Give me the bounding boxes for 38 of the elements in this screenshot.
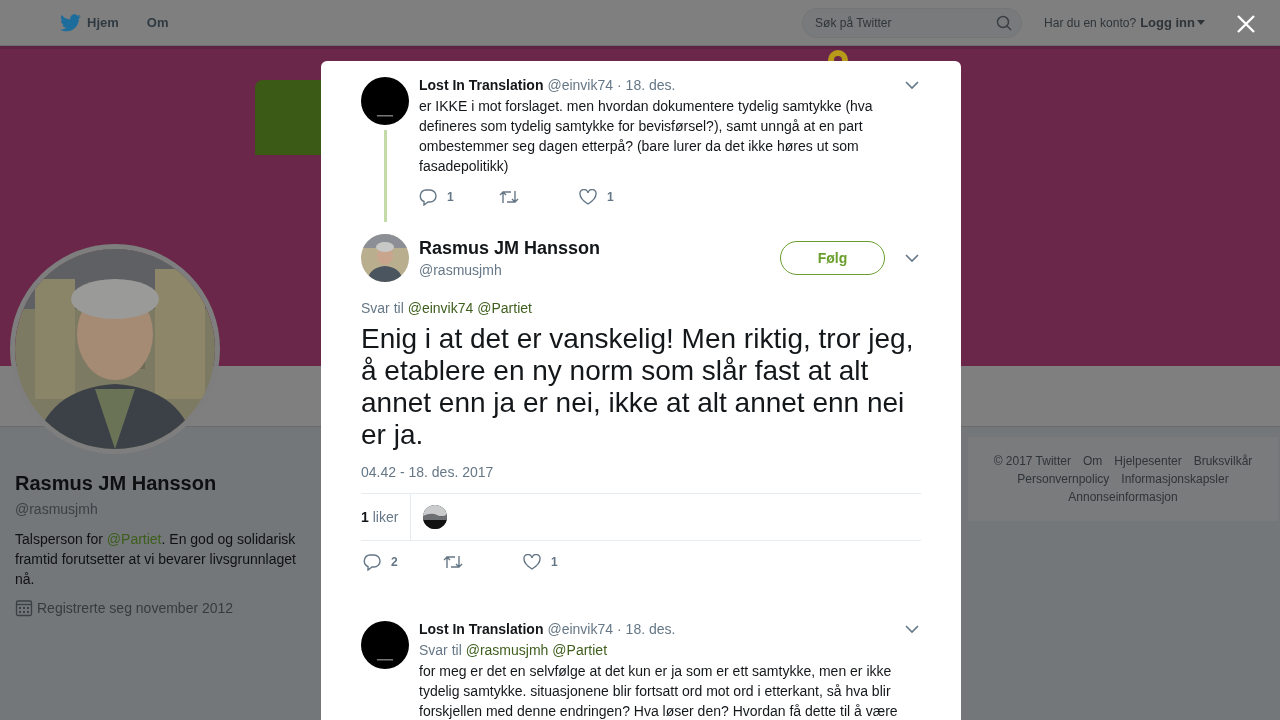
footer-link[interactable]: Informasjonskapsler bbox=[1121, 472, 1229, 486]
search-icon bbox=[996, 14, 1013, 31]
nav-link[interactable]: Om bbox=[146, 13, 169, 32]
retweet-icon[interactable] bbox=[443, 554, 463, 570]
profile-bio: Talsperson for @Partiet. En god og solidarisk framtid forutsetter at vi bevarer livsgrunnlaget nå. bbox=[15, 530, 297, 589]
author-handle: @einvik74 bbox=[547, 621, 614, 637]
author-name[interactable]: Lost In Translation bbox=[419, 621, 544, 637]
login-link[interactable]: Logg inn bbox=[1140, 15, 1195, 30]
reply-context: Svar til @rasmusjmh @Partiet bbox=[419, 642, 609, 658]
tweet-date[interactable]: · 18. des. bbox=[617, 621, 676, 637]
footer-link[interactable]: Om bbox=[1082, 454, 1103, 468]
tweet-timestamp[interactable]: 04.42 - 18. des. 2017 bbox=[361, 464, 921, 480]
avatar[interactable] bbox=[361, 621, 409, 669]
footer-link[interactable]: Personvernpolicy bbox=[1017, 472, 1110, 486]
calendar-icon bbox=[15, 599, 33, 617]
reply-count: 2 bbox=[391, 555, 398, 569]
profile-handle: @rasmusjmh bbox=[15, 501, 99, 517]
chevron-icon[interactable] bbox=[905, 625, 919, 634]
likes-count[interactable]: 1 liker bbox=[361, 494, 412, 540]
like-count: 1 bbox=[551, 555, 558, 569]
footer-link[interactable]: Bruksvilkår bbox=[1193, 454, 1253, 468]
caret-icon[interactable] bbox=[1197, 20, 1205, 25]
mention-link[interactable]: @Partiet bbox=[552, 642, 608, 658]
bird-icon bbox=[60, 13, 81, 32]
reply-icon[interactable] bbox=[363, 553, 381, 571]
profile-name: Rasmus JM Hansson bbox=[15, 472, 218, 495]
footer-link[interactable]: Hjelpesenter bbox=[1114, 454, 1182, 468]
nav-link[interactable]: Hjem bbox=[60, 13, 119, 32]
close-icon[interactable] bbox=[1236, 14, 1256, 34]
join-date: Registrerte seg november 2012 bbox=[37, 600, 234, 616]
tweet-text: for meg er det en selvfølge at det kun er ja som er ett samtykke, men er ikke tydelig samtykke. situasjonene blir fortsatt ord mot ord i etterkant, så hva blir forskjellen med denne endringen? Hva løser den? Hvordan få dette til å være bbox=[419, 662, 899, 720]
account-prompt: Har du en konto? bbox=[1044, 15, 1137, 30]
mention-link[interactable]: @Partiet bbox=[106, 531, 162, 547]
mention-link[interactable]: @rasmusjmh bbox=[465, 642, 549, 658]
search-field[interactable]: Søk på Twitter bbox=[802, 7, 1023, 38]
footer-link[interactable]: © 2017 Twitter bbox=[993, 454, 1071, 468]
footer-link[interactable]: Annonseinformasjon bbox=[1068, 490, 1178, 504]
heart-icon[interactable] bbox=[523, 554, 541, 570]
